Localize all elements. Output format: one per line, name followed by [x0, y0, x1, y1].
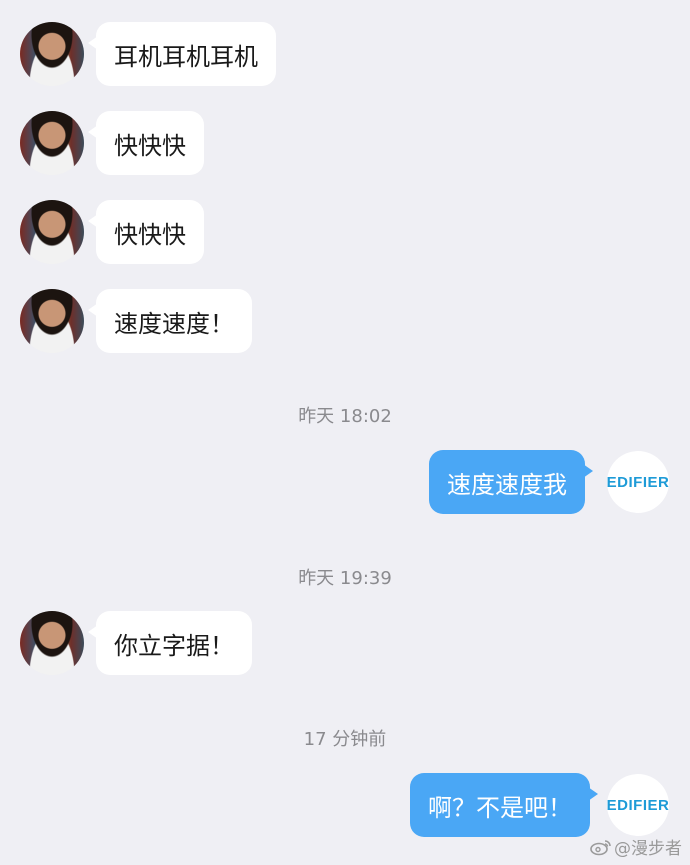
message-text: 速度速度！: [114, 309, 234, 338]
message-text: 快快快: [114, 220, 186, 249]
edifier-logo-text: EDIFIER: [606, 473, 670, 491]
message-text: 啊？不是吧！: [428, 793, 572, 822]
incoming-message-bubble[interactable]: 耳机耳机耳机: [88, 22, 276, 86]
outgoing-message-bubble[interactable]: 啊？不是吧！: [410, 773, 598, 837]
contact-avatar[interactable]: [20, 611, 84, 675]
incoming-message-bubble[interactable]: 快快快: [88, 200, 204, 264]
message-text: 耳机耳机耳机: [114, 42, 258, 71]
message-timestamp: 昨天 18:02: [298, 406, 392, 427]
outgoing-message-bubble[interactable]: 速度速度我: [429, 450, 593, 514]
edifier-avatar[interactable]: EDIFIER: [607, 451, 669, 513]
message-text: 快快快: [114, 131, 186, 160]
incoming-message-bubble[interactable]: 快快快: [88, 111, 204, 175]
weibo-icon: [590, 839, 611, 855]
contact-avatar[interactable]: [20, 22, 84, 86]
edifier-logo-text: EDIFIER: [606, 796, 670, 814]
weibo-watermark: @漫步者: [590, 834, 682, 859]
incoming-message-bubble[interactable]: 你立字据！: [88, 611, 252, 675]
message-timestamp: 昨天 19:39: [298, 568, 392, 589]
edifier-avatar[interactable]: EDIFIER: [607, 774, 669, 836]
message-timestamp: 17 分钟前: [303, 729, 387, 750]
contact-avatar[interactable]: [20, 111, 84, 175]
contact-avatar[interactable]: [20, 289, 84, 353]
watermark-text: @漫步者: [614, 839, 682, 859]
contact-avatar[interactable]: [20, 200, 84, 264]
message-text: 你立字据！: [114, 631, 234, 660]
incoming-message-bubble[interactable]: 速度速度！: [88, 289, 252, 353]
message-text: 速度速度我: [447, 470, 567, 499]
